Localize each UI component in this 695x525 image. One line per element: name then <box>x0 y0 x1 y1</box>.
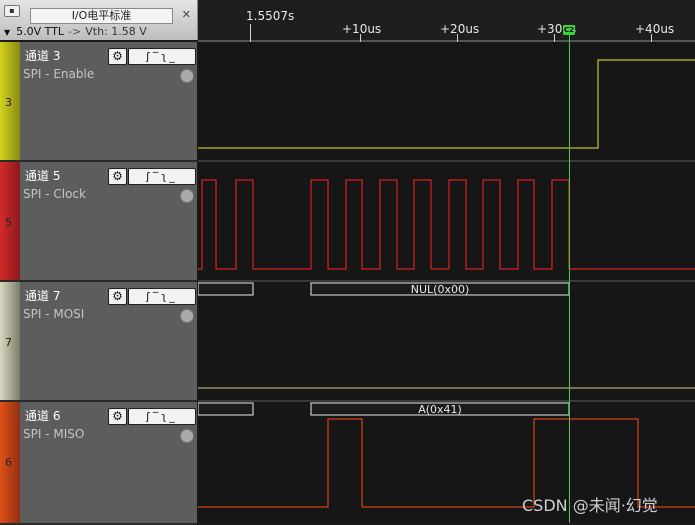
channel-panel-3[interactable]: 3 通道 3 SPI - Enable ⚙ ʃ‾ʅ_ <box>0 42 197 162</box>
trigger-edge-icons[interactable]: ʃ‾ʅ_ <box>128 48 196 65</box>
x-icon[interactable]: ✕ <box>182 8 191 21</box>
channel-number: 3 <box>5 96 12 109</box>
status-dot <box>180 69 194 83</box>
channel-name: 通道 3 <box>25 49 61 63</box>
ruler-tick <box>554 34 555 42</box>
gear-icon[interactable]: ⚙ <box>108 408 127 425</box>
close-icon[interactable]: ▪ <box>4 5 20 17</box>
ruler-tick-label: +20us <box>440 22 480 36</box>
mosi-decode-label: NUL(0x00) <box>411 283 470 296</box>
waveform-area[interactable]: NUL(0x00) A(0x41) <box>198 42 695 523</box>
gear-icon[interactable]: ⚙ <box>108 168 127 185</box>
ruler-tick-label: +40us <box>635 22 675 36</box>
gear-icon[interactable]: ⚙ <box>108 288 127 305</box>
ruler-base-tick <box>250 24 251 42</box>
watermark: CSDN @未闻·幻觉 <box>522 496 658 515</box>
channel-analyzer-label: SPI - Clock <box>23 187 86 201</box>
status-dot <box>180 429 194 443</box>
channel-analyzer-label: SPI - Enable <box>23 67 95 81</box>
cursor-c2-flag[interactable]: C2 <box>563 25 575 35</box>
channel-number: 7 <box>5 336 12 349</box>
vth-value: Vth: 1.58 V <box>85 25 147 38</box>
trigger-edge-icons[interactable]: ʃ‾ʅ_ <box>128 408 196 425</box>
channel-number: 5 <box>5 216 12 229</box>
gear-icon[interactable]: ⚙ <box>108 48 127 65</box>
channel-analyzer-label: SPI - MOSI <box>23 307 85 321</box>
trigger-edge-icons[interactable]: ʃ‾ʅ_ <box>128 288 196 305</box>
io-level-title[interactable]: I/O电平标准 <box>30 8 173 24</box>
channel-number: 6 <box>5 456 12 469</box>
miso-decode-bubble[interactable] <box>198 402 254 416</box>
io-level-selector[interactable]: ▼ 5.0V TTL -> Vth: 1.58 V <box>4 25 147 38</box>
channel-name: 通道 6 <box>25 409 61 423</box>
channel-name: 通道 7 <box>25 289 61 303</box>
ruler-base-time: 1.5507s <box>246 9 295 23</box>
channel-panel-7[interactable]: 7 通道 7 SPI - MOSI ⚙ ʃ‾ʅ_ <box>0 282 197 402</box>
ruler-tick-label: +10us <box>342 22 382 36</box>
channel-panel-5[interactable]: 5 通道 5 SPI - Clock ⚙ ʃ‾ʅ_ <box>0 162 197 282</box>
time-ruler[interactable]: 1.5507s +10us +20us +30us +40us <box>198 0 695 42</box>
miso-decode-label: A(0x41) <box>418 403 462 416</box>
channel-analyzer-label: SPI - MISO <box>23 427 85 441</box>
io-level-header: ▪ I/O电平标准 ✕ ▼ 5.0V TTL -> Vth: 1.58 V <box>0 0 198 40</box>
timing-cursor-c2[interactable] <box>569 26 570 523</box>
ruler-tick <box>457 34 458 42</box>
arrow-text: -> <box>68 25 82 38</box>
status-dot <box>180 309 194 323</box>
channel-name: 通道 5 <box>25 169 61 183</box>
ruler-tick <box>360 34 361 42</box>
status-dot <box>180 189 194 203</box>
triangle-down-icon: ▼ <box>4 28 11 37</box>
mosi-decode-bubble[interactable] <box>198 282 254 296</box>
ruler-tick <box>651 34 652 42</box>
trigger-edge-icons[interactable]: ʃ‾ʅ_ <box>128 168 196 185</box>
channel-panel-6[interactable]: 6 通道 6 SPI - MISO ⚙ ʃ‾ʅ_ <box>0 402 197 525</box>
level-value: 5.0V TTL <box>16 25 65 38</box>
